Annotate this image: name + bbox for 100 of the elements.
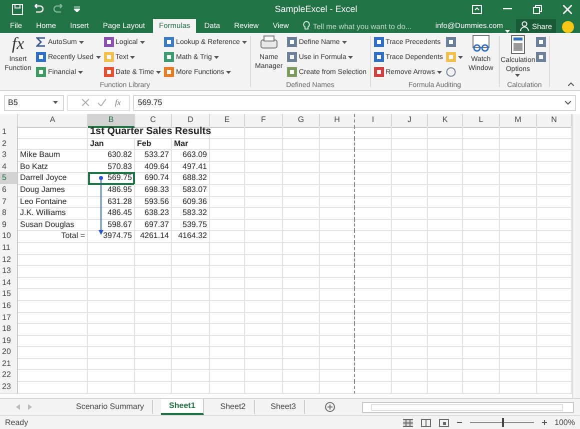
- empty-cell[interactable]: [320, 323, 355, 336]
- cell-value[interactable]: 690.74: [135, 172, 172, 185]
- row-header[interactable]: 22: [0, 369, 18, 382]
- sheet-tab[interactable]: Sheet1: [161, 399, 204, 415]
- empty-cell[interactable]: [320, 312, 355, 324]
- close-icon[interactable]: [563, 4, 572, 14]
- undo-icon[interactable]: [32, 4, 44, 14]
- cell-value[interactable]: 486.95: [88, 184, 135, 197]
- cell-value[interactable]: 497.41: [172, 160, 210, 174]
- column-header[interactable]: B: [88, 114, 135, 128]
- empty-cell[interactable]: [320, 381, 355, 394]
- empty-cell[interactable]: [320, 138, 355, 150]
- cell-text[interactable]: J.K. Williams: [18, 207, 88, 220]
- name-box[interactable]: B5: [4, 94, 64, 110]
- month-header[interactable]: Jan: [88, 138, 135, 150]
- selected-cell[interactable]: 569.75: [88, 172, 135, 185]
- empty-cell[interactable]: [320, 276, 355, 290]
- column-header[interactable]: K: [428, 114, 463, 128]
- horizontal-scrollbar[interactable]: [362, 402, 574, 412]
- previous-sheet-icon[interactable]: [16, 404, 20, 410]
- minimize-icon[interactable]: [503, 8, 512, 10]
- cell-value[interactable]: 663.09: [172, 149, 210, 162]
- row-header[interactable]: 11: [0, 242, 18, 255]
- cell-value[interactable]: 698.33: [135, 184, 172, 197]
- empty-cell[interactable]: [320, 172, 355, 185]
- empty-cell[interactable]: [320, 288, 355, 301]
- sheet-tab[interactable]: Scenario Summary: [68, 400, 154, 414]
- empty-cell[interactable]: [320, 184, 355, 197]
- empty-cell[interactable]: [320, 300, 355, 312]
- vertical-scrollbar[interactable]: [572, 114, 580, 398]
- cell-value[interactable]: 570.83: [88, 160, 135, 174]
- row-header[interactable]: 13: [0, 265, 18, 278]
- row-header[interactable]: 5: [0, 172, 18, 185]
- empty-cell[interactable]: [320, 265, 355, 278]
- cell-value[interactable]: 593.56: [135, 196, 172, 208]
- empty-cell[interactable]: [320, 230, 355, 243]
- expand-icon[interactable]: [565, 100, 571, 104]
- enter-icon[interactable]: [98, 99, 106, 106]
- restore-icon[interactable]: [533, 4, 542, 14]
- sheet-title[interactable]: 1st Quarter Sales Results: [88, 126, 210, 139]
- cell-text[interactable]: Susan Douglas: [18, 218, 88, 232]
- cell-value[interactable]: 4261.14: [135, 230, 172, 243]
- column-header[interactable]: L: [463, 114, 500, 128]
- cell-text[interactable]: Darrell Joyce: [18, 172, 88, 185]
- column-header[interactable]: I: [355, 114, 392, 128]
- normal-view-icon[interactable]: [402, 418, 413, 426]
- column-header[interactable]: F: [245, 114, 283, 128]
- empty-cell[interactable]: [320, 242, 355, 255]
- next-sheet-icon[interactable]: [28, 404, 32, 410]
- customize-icon[interactable]: [74, 6, 80, 12]
- cell-value[interactable]: 688.32: [172, 172, 210, 185]
- cell-value[interactable]: 630.82: [88, 149, 135, 162]
- column-header[interactable]: H: [320, 114, 355, 128]
- cell-value[interactable]: 697.37: [135, 218, 172, 232]
- cell-value[interactable]: 609.36: [172, 196, 210, 208]
- column-header[interactable]: G: [283, 114, 320, 128]
- empty-cell[interactable]: [320, 334, 355, 348]
- row-header[interactable]: 16: [0, 300, 18, 312]
- cell-value[interactable]: 533.27: [135, 149, 172, 162]
- cell-value[interactable]: 409.64: [135, 160, 172, 174]
- column-header[interactable]: A: [18, 114, 88, 128]
- empty-cell[interactable]: [320, 218, 355, 232]
- cell-value[interactable]: 638.23: [135, 207, 172, 220]
- cell-text[interactable]: Leo Fontaine: [18, 196, 88, 208]
- empty-cell[interactable]: [320, 358, 355, 370]
- cell-value[interactable]: 583.32: [172, 207, 210, 220]
- empty-cell[interactable]: [320, 126, 355, 139]
- empty-cell[interactable]: [320, 160, 355, 174]
- row-header[interactable]: 15: [0, 288, 18, 301]
- cell-value[interactable]: 583.07: [172, 184, 210, 197]
- month-header[interactable]: Mar: [172, 138, 210, 150]
- add-sheet-icon[interactable]: [324, 402, 335, 412]
- column-header[interactable]: N: [537, 114, 572, 128]
- row-header[interactable]: 8: [0, 207, 18, 220]
- redo-icon[interactable]: [53, 4, 65, 14]
- empty-cell[interactable]: [320, 254, 355, 266]
- row-header[interactable]: 1: [0, 126, 18, 139]
- ribbon-options-icon[interactable]: [472, 4, 482, 14]
- column-header[interactable]: E: [210, 114, 245, 128]
- row-header[interactable]: 20: [0, 346, 18, 359]
- cell-value[interactable]: 539.75: [172, 218, 210, 232]
- empty-cell[interactable]: [320, 149, 355, 162]
- sheet-tab[interactable]: Sheet3: [262, 400, 305, 414]
- cell-text[interactable]: Doug James: [18, 184, 88, 197]
- cell-value[interactable]: 4164.32: [172, 230, 210, 243]
- zoom-in-icon[interactable]: [542, 420, 547, 425]
- cell-text[interactable]: Total =: [18, 230, 88, 243]
- save-icon[interactable]: [12, 4, 23, 14]
- formula-input[interactable]: 569.75: [132, 94, 576, 110]
- row-header[interactable]: 23: [0, 381, 18, 394]
- empty-cell[interactable]: [320, 369, 355, 382]
- page-layout-icon[interactable]: [420, 418, 431, 426]
- cell-text[interactable]: Mike Baum: [18, 149, 88, 162]
- row-header[interactable]: 6: [0, 184, 18, 197]
- cell-value[interactable]: 631.28: [88, 196, 135, 208]
- cancel-icon[interactable]: [82, 99, 89, 106]
- cell-value[interactable]: 486.45: [88, 207, 135, 220]
- column-header[interactable]: M: [500, 114, 537, 128]
- empty-cell[interactable]: [320, 207, 355, 220]
- collapse-ribbon-icon[interactable]: [568, 82, 574, 86]
